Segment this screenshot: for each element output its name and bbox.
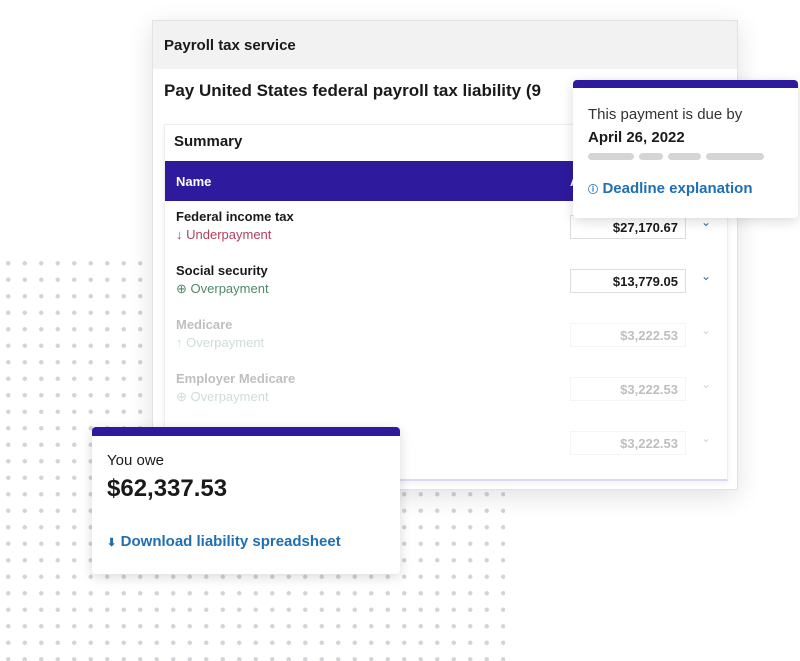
due-date: April 26, 2022 <box>588 129 685 146</box>
column-name: Name <box>176 174 212 189</box>
owe-label: You owe <box>107 452 164 469</box>
you-owe-card: You owe $62,337.53 ⬇ Download liability … <box>92 427 400 574</box>
chevron-down-icon[interactable]: ⌄ <box>701 377 711 391</box>
chevron-down-icon[interactable]: ⌄ <box>701 269 711 283</box>
due-date-popover: This payment is due by April 26, 2022 ⓘ … <box>573 80 798 218</box>
plus-circle-icon: ⊕ <box>176 281 187 296</box>
arrow-down-icon: ↓ <box>176 227 183 242</box>
page-title: Pay United States federal payroll tax li… <box>164 81 541 100</box>
help-icon: ⓘ <box>588 185 598 196</box>
row-status: ⊕ Overpayment <box>176 389 269 404</box>
window-header: Payroll tax service <box>153 21 737 69</box>
plus-circle-icon: ⊕ <box>176 389 187 404</box>
download-icon: ⬇ <box>107 537 117 549</box>
chevron-down-icon[interactable]: ⌄ <box>701 431 711 445</box>
amount-input[interactable]: $3,222.53 <box>570 431 686 455</box>
deadline-explanation-link[interactable]: ⓘ Deadline explanation <box>588 180 783 198</box>
row-name: Federal income tax <box>176 209 294 224</box>
table-row: Medicare ↑ Overpayment $3,222.53 ⌄ <box>165 309 727 363</box>
row-status: ↑ Overpayment <box>176 335 265 350</box>
amount-input[interactable]: $13,779.05 <box>570 269 686 293</box>
chevron-down-icon[interactable]: ⌄ <box>701 323 711 337</box>
row-name: Social security <box>176 263 268 278</box>
table-row: Employer Medicare ⊕ Overpayment $3,222.5… <box>165 363 727 417</box>
due-label: This payment is due by <box>588 106 743 123</box>
row-status: ↓ Underpayment <box>176 227 272 242</box>
arrow-up-icon: ↑ <box>176 335 183 350</box>
row-status: ⊕ Overpayment <box>176 281 269 296</box>
row-name: Medicare <box>176 317 233 332</box>
amount-input[interactable]: $3,222.53 <box>570 323 686 347</box>
amount-input[interactable]: $3,222.53 <box>570 377 686 401</box>
table-row: Social security ⊕ Overpayment $13,779.05… <box>165 255 727 309</box>
download-spreadsheet-link[interactable]: ⬇ Download liability spreadsheet <box>107 533 385 551</box>
row-name: Employer Medicare <box>176 371 296 386</box>
placeholder-bars <box>588 153 783 160</box>
amount-input[interactable]: $27,170.67 <box>570 215 686 239</box>
owe-amount: $62,337.53 <box>107 475 228 502</box>
